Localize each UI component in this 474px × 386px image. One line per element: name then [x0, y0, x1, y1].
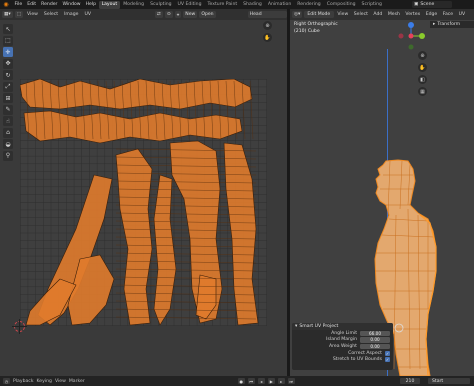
marker-menu[interactable]: Marker [69, 379, 85, 384]
stretch-row: Stretch to UV Bounds ✓ [292, 356, 393, 363]
pan-hand-icon[interactable]: ✋ [263, 33, 272, 42]
mesh-model[interactable] [290, 9, 474, 376]
correct-aspect-checkbox[interactable]: ✓ [385, 350, 390, 356]
area-weight-row: Area Weight 0.00 [292, 343, 393, 350]
scale-tool-icon[interactable]: ⤢ [3, 81, 13, 92]
annotate-tool-icon[interactable]: ✎ [3, 104, 13, 115]
angle-limit-row: Angle Limit 66.00 [292, 330, 393, 337]
rip-tool-icon[interactable]: ⚲ [3, 150, 13, 161]
image-selector[interactable]: Head [247, 11, 287, 18]
tab-sculpting[interactable]: Sculpting [147, 1, 174, 9]
area-weight-label: Area Weight [328, 343, 357, 349]
uv-menu-uv[interactable]: UV [82, 12, 93, 17]
tab-compositing[interactable]: Compositing [324, 1, 359, 9]
open-label: Open [201, 12, 214, 17]
pivot-icon[interactable]: ⊙ [164, 11, 173, 18]
menu-help[interactable]: Help [83, 2, 98, 7]
menu-edit[interactable]: Edit [25, 2, 39, 7]
tab-shading[interactable]: Shading [240, 1, 265, 9]
uv-toolbar: ↖ ⬚ ✛ ✥ ↻ ⤢ ⊞ ✎ ☝ ⌂ ◒ ⚲ [3, 24, 13, 161]
current-frame-field[interactable]: 210 [400, 378, 420, 384]
3d-viewport[interactable]: ◎▾ Edit Mode View Select Add Mesh Vertex… [290, 9, 474, 376]
relax-tool-icon[interactable]: ⌂ [3, 127, 13, 138]
grab-tool-icon[interactable]: ☝ [3, 116, 13, 126]
stretch-label: Stretch to UV Bounds [332, 357, 382, 363]
uv-grid-canvas[interactable] [19, 78, 267, 326]
tab-modeling[interactable]: Modeling [120, 1, 147, 9]
status-bar: ◷ Playback Keying View Marker ● ⏮ ◂ ▶ ▸ … [0, 376, 474, 386]
uv-island-arm-right[interactable] [223, 142, 259, 326]
move-tool-icon[interactable]: ✥ [3, 58, 13, 69]
uv-editor-header: ▦▾ ⬚ View Select Image UV ⇄ ⊙ ⌖ New Open… [0, 9, 287, 20]
angle-limit-field[interactable]: 66.00 [360, 330, 390, 337]
uv-select-mode-button[interactable]: ⬚ [14, 11, 23, 18]
menu-render[interactable]: Render [39, 2, 60, 7]
image-name: Head [249, 12, 262, 17]
select-box-icon[interactable]: ⬚ [3, 35, 13, 46]
new-label: New [185, 12, 196, 17]
smart-uv-project-panel: ▾ Smart UV Project Angle Limit 66.00 Isl… [292, 323, 393, 370]
playback-menu[interactable]: Playback [13, 379, 34, 384]
top-menu-bar: ◉ File Edit Render Window Help Layout Mo… [0, 0, 474, 9]
2d-cursor-icon[interactable] [12, 319, 27, 334]
collapse-arrow-icon: ▾ [295, 324, 298, 329]
tab-uv-editing[interactable]: UV Editing [175, 1, 205, 9]
blender-logo-icon[interactable]: ◉ [2, 1, 10, 8]
timeline-editor-icon[interactable]: ◷ [3, 378, 10, 384]
uv-menu-view[interactable]: View [25, 12, 40, 17]
prev-key-icon[interactable]: ◂ [257, 378, 265, 384]
cursor-tool-icon[interactable]: ↖ [3, 24, 13, 34]
tab-layout[interactable]: Layout [98, 0, 121, 9]
editor-type-button[interactable]: ▦▾ [2, 11, 13, 18]
uv-editor: ▦▾ ⬚ View Select Image UV ⇄ ⊙ ⌖ New Open… [0, 9, 287, 376]
uv-islands [19, 78, 259, 326]
island-margin-label: Island Margin [326, 337, 357, 343]
menu-window[interactable]: Window [60, 2, 83, 7]
open-image-button[interactable]: Open [199, 11, 216, 18]
new-image-button[interactable]: New [183, 11, 198, 18]
correct-aspect-row: Correct Aspect ✓ [292, 350, 393, 357]
tab-scripting[interactable]: Scripting [359, 1, 385, 9]
transform-tool-icon[interactable]: ⊞ [3, 93, 13, 103]
scene-selector[interactable]: ▣ Scene [412, 1, 452, 8]
play-icon[interactable]: ▶ [267, 378, 275, 384]
island-margin-field[interactable]: 0.00 [360, 337, 390, 343]
area-weight-field[interactable]: 0.00 [360, 343, 390, 350]
operator-panel-header[interactable]: ▾ Smart UV Project [292, 323, 393, 330]
correct-aspect-label: Correct Aspect [348, 350, 382, 356]
uv-menu-select[interactable]: Select [42, 12, 60, 17]
record-icon[interactable]: ● [237, 378, 245, 384]
next-key-icon[interactable]: ▸ [277, 378, 285, 384]
uv-navigation: ⊕ ✋ [263, 21, 273, 42]
start-label: Start [432, 378, 444, 384]
view-menu[interactable]: View [55, 379, 66, 384]
jump-end-icon[interactable]: ⏭ [287, 378, 295, 384]
tab-rendering[interactable]: Rendering [294, 1, 323, 9]
scene-icon: ▣ [414, 2, 419, 7]
uv-island-head-strip[interactable] [19, 78, 253, 110]
keying-menu[interactable]: Keying [37, 379, 52, 384]
menu-file[interactable]: File [12, 2, 25, 7]
operator-title: Smart UV Project [299, 324, 339, 329]
island-margin-row: Island Margin 0.00 [292, 337, 393, 344]
tab-animation[interactable]: Animation [265, 1, 294, 9]
angle-limit-label: Angle Limit [331, 330, 357, 336]
pinch-tool-icon[interactable]: ◒ [3, 139, 13, 149]
jump-start-icon[interactable]: ⏮ [247, 378, 255, 384]
uv-menu-image[interactable]: Image [62, 12, 80, 17]
snap-icon[interactable]: ⌖ [174, 11, 182, 18]
tab-texture-paint[interactable]: Texture Paint [205, 1, 241, 9]
stretch-checkbox[interactable]: ✓ [385, 357, 390, 363]
uv-sync-icon[interactable]: ⇄ [154, 11, 163, 18]
scene-name: Scene [420, 2, 435, 7]
rotate-tool-icon[interactable]: ↻ [3, 70, 13, 80]
cursor-3d-icon[interactable]: ✛ [3, 47, 13, 57]
start-frame-field[interactable]: Start [428, 378, 470, 384]
zoom-icon[interactable]: ⊕ [263, 21, 272, 30]
